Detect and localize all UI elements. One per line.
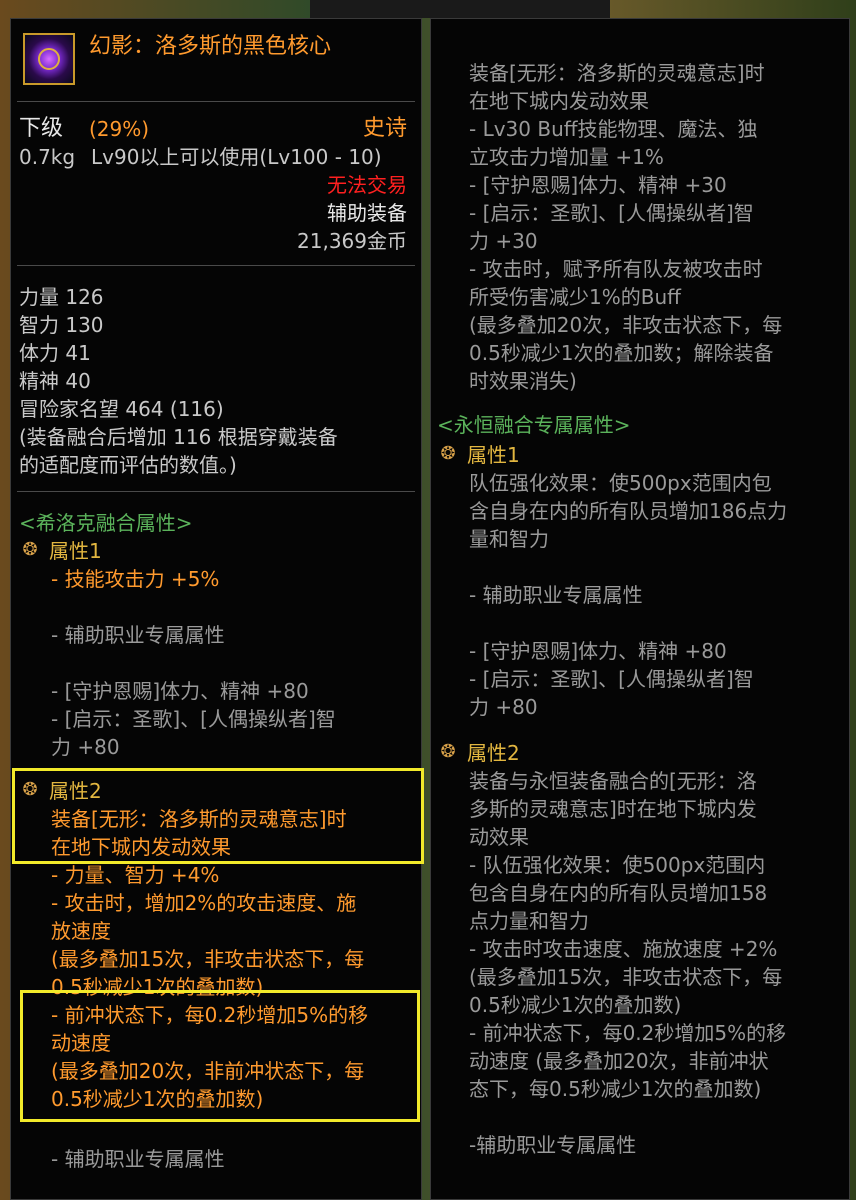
swirl-attribute-icon: ❂: [440, 741, 456, 762]
stat-line: 智力 130: [19, 313, 104, 337]
item-rarity: 史诗: [362, 116, 407, 141]
right-line: - [启示：圣歌]、[人偶操纵者]智: [469, 201, 754, 225]
swirl-attribute-icon: ❂: [440, 443, 456, 464]
item-level-req: Lv90以上可以使用(Lv100 - 10): [91, 145, 382, 169]
fusion-title: <永恒融合专属属性>: [437, 413, 631, 437]
highlight-box: [20, 990, 420, 1122]
right-line: 含自身在内的所有队员增加186点力: [469, 499, 788, 523]
stat-line: 冒险家名望 464 (116): [19, 397, 224, 421]
attr-line: 放速度: [51, 919, 111, 943]
right-line: 包含自身在内的所有队员增加158: [469, 881, 768, 905]
stat-line: (装备融合后增加 116 根据穿戴装备: [19, 425, 338, 449]
attr1-label: 属性1: [467, 443, 520, 467]
attr1-label: 属性1: [49, 539, 102, 563]
attr2-label: 属性2: [467, 741, 520, 765]
right-line: - 队伍强化效果：使500px范围内: [469, 853, 766, 877]
item-name: 幻影：洛多斯的黑色核心: [89, 34, 332, 59]
item-trade-status: 无法交易: [327, 173, 407, 197]
attr-line: - 技能攻击力 +5%: [51, 567, 220, 591]
fusion-title: <希洛克融合属性>: [19, 511, 193, 535]
right-line: 在地下城内发动效果: [469, 89, 649, 113]
divider: [17, 101, 415, 102]
swirl-attribute-icon: ❂: [22, 539, 38, 560]
right-line: 队伍强化效果：使500px范围内包: [469, 471, 772, 495]
right-line: 时效果消失): [469, 369, 577, 393]
item-tooltip-right: 装备[无形：洛多斯的灵魂意志]时 在地下城内发动效果 - Lv30 Buff技能…: [430, 18, 850, 1200]
item-grade-pct: (29%): [89, 117, 150, 141]
highlight-box: [12, 768, 424, 864]
stat-line: 的适配度而评估的数值。): [19, 453, 237, 477]
right-line: 动效果: [469, 825, 529, 849]
stat-line: 力量 126: [19, 285, 104, 309]
attr-line: - 力量、智力 +4%: [51, 863, 220, 887]
right-line: 装备[无形：洛多斯的灵魂意志]时: [469, 61, 765, 85]
attr-line: (最多叠加15次，非攻击状态下，每: [51, 947, 365, 971]
right-line: -辅助职业专属属性: [469, 1133, 637, 1157]
item-slot: 辅助装备: [327, 201, 407, 225]
item-grade: 下级: [19, 116, 64, 141]
right-line: 力 +30: [469, 229, 538, 253]
attr-line: - 辅助职业专属属性: [51, 1147, 225, 1171]
right-line: 立攻击力增加量 +1%: [469, 145, 664, 169]
right-line: 量和智力: [469, 527, 549, 551]
right-line: 动速度 (最多叠加20次，非前冲状: [469, 1049, 769, 1073]
right-line: 0.5秒减少1次的叠加数): [469, 993, 682, 1017]
right-line: 态下，每0.5秒减少1次的叠加数): [469, 1077, 762, 1101]
right-line: 0.5秒减少1次的叠加数；解除装备: [469, 341, 774, 365]
right-line: - 攻击时，赋予所有队友被攻击时: [469, 257, 763, 281]
right-line: 多斯的灵魂意志]时在地下城内发: [469, 797, 757, 821]
right-line: - [启示：圣歌]、[人偶操纵者]智: [469, 667, 754, 691]
right-line: - [守护恩赐]体力、精神 +30: [469, 173, 727, 197]
purple-core-icon: [23, 33, 75, 85]
item-weight: 0.7kg: [19, 145, 76, 169]
divider: [17, 265, 415, 266]
right-line: 所受伤害减少1%的Buff: [469, 285, 681, 309]
right-line: 装备与永恒装备融合的[无形：洛: [469, 769, 757, 793]
right-line: 点力量和智力: [469, 909, 589, 933]
stat-line: 体力 41: [19, 341, 91, 365]
attr-line: - 攻击时，增加2%的攻击速度、施: [51, 891, 357, 915]
top-bar-fragment: [310, 0, 610, 18]
right-line: (最多叠加20次，非攻击状态下，每: [469, 313, 783, 337]
attr-line: - [启示：圣歌]、[人偶操纵者]智: [51, 707, 336, 731]
stat-line: 精神 40: [19, 369, 91, 393]
right-line: - 前冲状态下，每0.2秒增加5%的移: [469, 1021, 787, 1045]
right-line: - Lv30 Buff技能物理、魔法、独: [469, 117, 758, 141]
right-line: - 辅助职业专属属性: [469, 583, 643, 607]
right-line: - [守护恩赐]体力、精神 +80: [469, 639, 727, 663]
right-line: 力 +80: [469, 695, 538, 719]
attr-line: - 辅助职业专属属性: [51, 623, 225, 647]
attr-line: - [守护恩赐]体力、精神 +80: [51, 679, 309, 703]
right-line: (最多叠加15次，非攻击状态下，每: [469, 965, 783, 989]
divider: [17, 491, 415, 492]
item-price: 21,369金币: [297, 229, 407, 253]
right-line: - 攻击时攻击速度、施放速度 +2%: [469, 937, 778, 961]
attr-line: 力 +80: [51, 735, 120, 759]
